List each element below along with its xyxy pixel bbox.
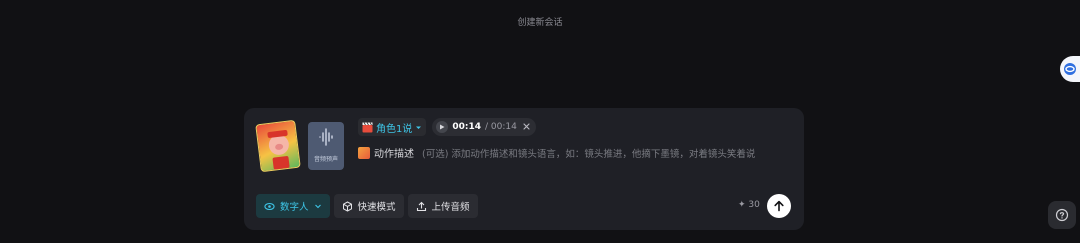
page: 创建新会话 音频预声 角色1说 00:14 / 00:14 动作描述 (可选) … bbox=[0, 0, 1080, 243]
role-selector[interactable]: 角色1说 bbox=[358, 118, 427, 136]
fast-mode-label: 快速模式 bbox=[357, 202, 396, 213]
digital-human-label: 数字人 bbox=[280, 202, 309, 213]
composer-toolbar: 数字人 快速模式 上传音频 bbox=[256, 194, 478, 218]
credit-cost: ✦ 30 bbox=[738, 200, 760, 210]
credit-icon: ✦ bbox=[738, 200, 746, 210]
chevron-down-icon bbox=[314, 204, 321, 209]
role-audio-row: 角色1说 00:14 / 00:14 bbox=[358, 118, 536, 136]
action-row[interactable]: 动作描述 (可选) 添加动作描述和镜头语言，如：镜头推进，他摘下墨镜，对着镜头笑… bbox=[358, 145, 755, 160]
action-label: 动作描述 bbox=[374, 149, 414, 160]
composer-panel: 音频预声 角色1说 00:14 / 00:14 动作描述 (可选) 添加动作描述… bbox=[244, 108, 804, 230]
role-label: 角色1说 bbox=[376, 123, 413, 135]
play-icon bbox=[440, 124, 445, 130]
arrow-up-icon bbox=[774, 200, 784, 212]
audio-player: 00:14 / 00:14 bbox=[432, 118, 536, 136]
upload-icon bbox=[416, 201, 426, 211]
help-icon bbox=[1055, 208, 1069, 222]
ring-logo-icon bbox=[1064, 63, 1076, 75]
side-badge[interactable] bbox=[1060, 56, 1080, 82]
spark-icon bbox=[358, 146, 370, 159]
digital-human-dropdown[interactable]: 数字人 bbox=[256, 194, 330, 218]
help-button[interactable] bbox=[1048, 201, 1076, 229]
action-input[interactable]: (可选) 添加动作描述和镜头语言，如：镜头推进，他摘下墨镜，对着镜头笑着说 bbox=[422, 146, 755, 160]
cube-icon bbox=[342, 200, 352, 212]
upload-audio-label: 上传音频 bbox=[431, 202, 470, 213]
audio-thumbnail-label: 音频预声 bbox=[313, 156, 338, 163]
credit-value: 30 bbox=[748, 200, 760, 210]
remove-audio-button[interactable] bbox=[523, 122, 530, 133]
chevron-down-icon bbox=[416, 126, 422, 129]
eye-icon bbox=[264, 202, 275, 210]
session-title: 创建新会话 bbox=[517, 18, 563, 28]
character-thumbnail[interactable] bbox=[255, 119, 301, 173]
upload-audio-button[interactable]: 上传音频 bbox=[407, 194, 478, 218]
clapper-icon bbox=[362, 121, 373, 132]
fast-mode-button[interactable]: 快速模式 bbox=[333, 194, 404, 218]
audio-total-time: / 00:14 bbox=[485, 122, 517, 132]
audio-current-time: 00:14 bbox=[452, 122, 482, 132]
send-button[interactable] bbox=[767, 194, 791, 218]
close-icon bbox=[523, 122, 530, 130]
play-button[interactable] bbox=[436, 121, 449, 133]
waveform-icon bbox=[319, 128, 333, 146]
audio-thumbnail[interactable]: 音频预声 bbox=[308, 122, 344, 170]
